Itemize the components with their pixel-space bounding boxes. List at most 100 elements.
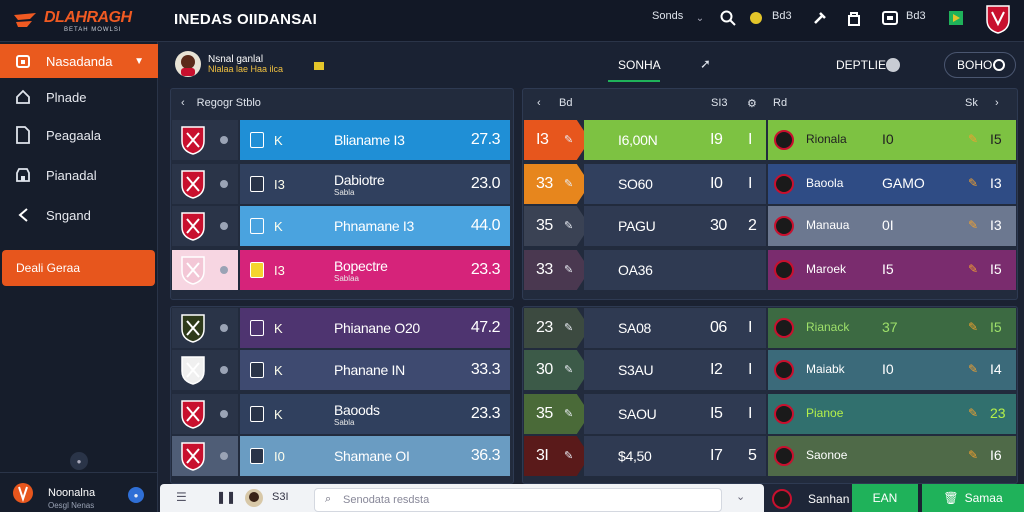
row-a: I5 [710, 405, 723, 422]
team-crest-icon [772, 489, 792, 509]
table-row[interactable]: K Phianane O20 47.2 [172, 308, 510, 348]
ean-button[interactable]: EAN [852, 484, 918, 512]
row-rank: 35 [536, 405, 553, 422]
search-icon[interactable] [718, 8, 738, 28]
lock-icon[interactable] [844, 8, 864, 28]
table-row[interactable]: 30 ✎ S3AU I2 I Maiabk I0 ✎ I4 [524, 350, 1016, 390]
store-icon [0, 167, 46, 183]
icon-tag [250, 320, 264, 336]
sidebar-footer[interactable]: Noonalna Oesgl Nenas ● [0, 472, 158, 512]
back-chevron-icon[interactable]: ‹ [181, 97, 185, 109]
sidebar-item-sngand[interactable]: Sngand [0, 198, 158, 232]
table-row[interactable]: K Baoods Sabla 23.3 [172, 394, 510, 434]
row-rank: 23 [536, 319, 553, 336]
row-b: I [748, 175, 752, 192]
tab-sonha[interactable]: SONHA [618, 58, 661, 72]
row-a: I7 [710, 447, 723, 464]
table-row[interactable]: K Phanane IN 33.3 [172, 350, 510, 390]
samaa-button[interactable]: 🗑 Samaa [922, 484, 1024, 512]
team-crest-icon[interactable] [984, 4, 1012, 34]
clock-icon[interactable] [886, 58, 900, 72]
logo-mark-icon [14, 13, 36, 27]
topbar-bd3[interactable]: Bd3 [772, 10, 792, 22]
left-panel-header: ‹ Regogr Stblo [171, 89, 513, 117]
team-cell: Baoola GAMO ✎ I3 [768, 164, 1016, 204]
table-row[interactable]: 23 ✎ SA08 06 I Rianack 37 ✎ I5 [524, 308, 1016, 348]
crest-cell [172, 164, 238, 204]
avatar-small[interactable] [244, 488, 264, 508]
pencil-icon: ✎ [968, 132, 979, 146]
arrow-icon[interactable]: ➚ [700, 56, 711, 72]
dot-icon [220, 180, 228, 188]
topbar-bd3b[interactable]: Bd3 [906, 10, 926, 22]
pencil-icon: ✎ [968, 406, 979, 420]
rank-cell: 23 ✎ [524, 308, 590, 348]
flag-icon [314, 62, 324, 70]
team-crest-icon [774, 174, 794, 194]
chevron-down-icon[interactable]: ⌄ [690, 8, 710, 28]
logo-text: DLAHRAGH [44, 9, 132, 26]
boho-pill-button[interactable]: BOHO [944, 52, 1016, 78]
house-icon [0, 89, 46, 105]
sidebar-item-pianadal[interactable]: Pianadal [0, 158, 158, 192]
team-cell: Pianoe ✎ 23 [768, 394, 1016, 434]
toggle-icon [993, 59, 1005, 71]
avatar[interactable] [174, 50, 202, 78]
flag-icon[interactable] [946, 8, 966, 28]
team-crest-icon [181, 442, 205, 471]
right-panel-header: ‹ Bd SI3 ⚙ Rd Sk › [523, 89, 1017, 117]
table-row[interactable]: I3 Dabiotre Sabla 23.0 [172, 164, 510, 204]
dot-icon [220, 324, 228, 332]
row-team: Maroek [806, 262, 847, 276]
pencil-icon: ✎ [968, 448, 979, 462]
row-letter: K [274, 320, 283, 336]
dot-icon[interactable]: ● [70, 452, 88, 470]
icon-tag [250, 132, 264, 148]
table-row[interactable]: 3I ✎ $4,50 I7 5 Saonoe ✎ I6 [524, 436, 1016, 476]
row-code: SA08 [618, 320, 652, 336]
footer-title: Noonalna [48, 487, 96, 499]
icon-tag [250, 406, 264, 422]
table-row[interactable]: 35 ✎ PAGU 30 2 Manaua 0I ✎ I3 [524, 206, 1016, 246]
team-cell: Manaua 0I ✎ I3 [768, 206, 1016, 246]
bottom-team-cell[interactable]: Sanhan [764, 484, 852, 512]
sidebar-item-label: Nasadanda [46, 53, 113, 69]
forward-chevron-icon[interactable]: › [995, 97, 999, 109]
chevron-down-icon[interactable]: ⌄ [736, 490, 745, 503]
table-row[interactable]: 33 ✎ SO60 I0 I Baoola GAMO ✎ I3 [524, 164, 1016, 204]
sidebar-item-nasadanda[interactable]: Nasadanda ▼ [0, 44, 158, 78]
logo[interactable]: DLAHRAGH BETAH MOWLSI [10, 8, 158, 36]
row-pts: I5 [990, 319, 1002, 335]
tools-icon[interactable] [810, 8, 830, 28]
tag-icon: ✎ [564, 450, 574, 462]
topbar-sonds[interactable]: Sonds [652, 10, 683, 22]
table-row[interactable]: I3 ✎ I6,00N I9 I Rionala I0 ✎ I5 [524, 120, 1016, 160]
table-row[interactable]: I3 Bopectre Sablaa 23.3 [172, 250, 510, 290]
bar-cell: K Blianame I3 27.3 [240, 120, 510, 160]
row-label: Phnamane I3 [334, 218, 414, 234]
menu-icon[interactable]: ☰ [176, 490, 187, 504]
back-chevron-icon[interactable]: ‹ [537, 97, 541, 109]
table-row[interactable]: K Blianame I3 27.3 [172, 120, 510, 160]
row-label: Dabiotre [334, 172, 385, 188]
wallet-icon[interactable] [880, 8, 900, 28]
table-row[interactable]: 35 ✎ SAOU I5 I Pianoe ✎ 23 [524, 394, 1016, 434]
dot-icon [220, 366, 228, 374]
row-label: Bopectre [334, 258, 388, 274]
depth-label[interactable]: DEPTLIE [836, 58, 886, 72]
row-rank: 30 [536, 361, 553, 378]
sidebar-item-peagaala[interactable]: Peagaala [0, 118, 158, 152]
table-row[interactable]: K Phnamane I3 44.0 [172, 206, 510, 246]
rank-cell: 35 ✎ [524, 206, 590, 246]
table-row[interactable]: I0 Shamane OI 36.3 [172, 436, 510, 476]
info-icon[interactable]: ● [128, 487, 144, 503]
sidebar-action-button[interactable]: Deali Geraa [2, 250, 155, 286]
row-n: I0 [882, 131, 894, 147]
row-b: I [748, 319, 752, 336]
search-field[interactable]: ⌕ Senodata resdsta [314, 488, 722, 512]
table-row[interactable]: 33 ✎ OA36 Maroek I5 ✎ I5 [524, 250, 1016, 290]
sidebar-item-plnade[interactable]: Plnade [0, 80, 158, 114]
row-pts: I5 [990, 261, 1002, 277]
pause-icon[interactable]: ❚❚ [216, 490, 236, 504]
settings-icon[interactable]: ⚙ [747, 97, 757, 110]
